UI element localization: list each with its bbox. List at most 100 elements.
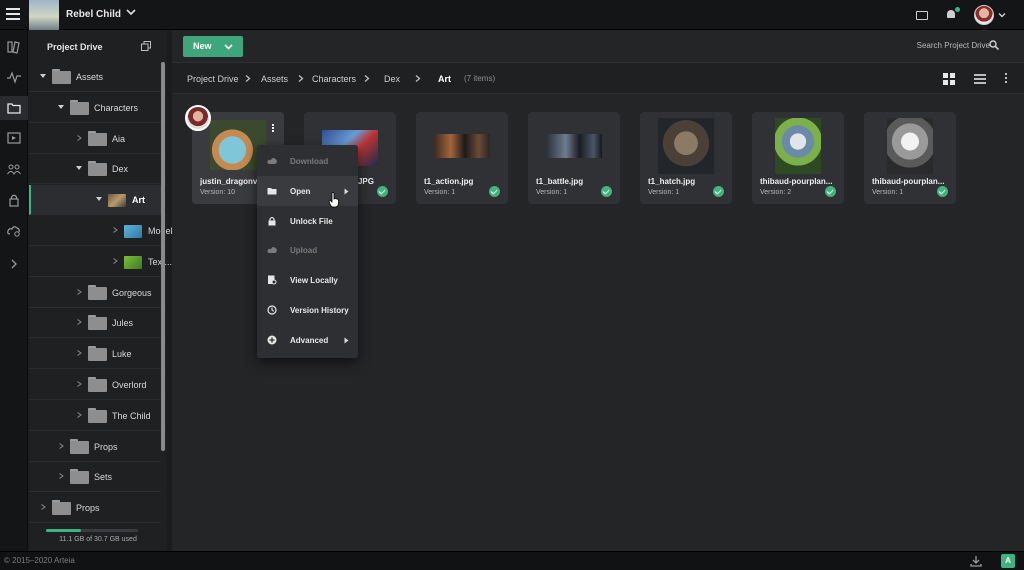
library-icon[interactable] — [7, 40, 21, 54]
chevron-right-icon — [298, 75, 304, 82]
folder-icon — [88, 161, 107, 176]
synced-check-icon — [601, 186, 612, 197]
file-card[interactable]: t1_hatch.jpgVersion: 1 — [640, 112, 732, 204]
tree-item[interactable]: Model — [29, 216, 161, 246]
caret-right-icon[interactable] — [76, 289, 82, 295]
storage-text: 11.1 GB of 30.7 GB used — [29, 536, 167, 543]
caret-right-icon[interactable] — [76, 319, 82, 325]
caret-down-icon[interactable] — [76, 165, 82, 171]
folder-icon — [88, 285, 107, 300]
search-icon[interactable] — [989, 40, 999, 50]
synced-check-icon — [489, 186, 500, 197]
lock-icon[interactable] — [7, 193, 21, 207]
tree-item-label: Dex — [112, 164, 128, 174]
download-icon[interactable] — [970, 555, 982, 567]
search-input[interactable]: Search Project Drive — [917, 41, 990, 50]
folder-open-icon — [267, 186, 277, 196]
app-badge[interactable]: A — [1001, 554, 1015, 568]
file-version: Version: 1 — [648, 189, 679, 196]
team-icon[interactable] — [7, 162, 21, 176]
menu-item-upload[interactable]: Upload — [257, 235, 358, 265]
caret-down-icon[interactable] — [58, 104, 64, 110]
caret-right-icon[interactable] — [76, 381, 82, 387]
caret-right-icon[interactable] — [40, 504, 46, 510]
synced-check-icon — [825, 186, 836, 197]
breadcrumb-item[interactable]: Dex — [384, 74, 400, 84]
menu-item-download[interactable]: Download — [257, 146, 358, 176]
tree-scrollbar[interactable] — [161, 62, 165, 451]
tree-item[interactable]: Gorgeous — [29, 278, 161, 308]
notification-bell-icon[interactable] — [946, 10, 956, 20]
breadcrumb-item[interactable]: Characters — [312, 74, 356, 84]
tree-item[interactable]: Jules — [29, 308, 161, 338]
expand-icon[interactable] — [7, 257, 21, 271]
tree-item[interactable]: Assets — [29, 62, 161, 92]
model-thumb-icon — [124, 225, 142, 238]
caret-right-icon[interactable] — [112, 227, 118, 233]
history-icon — [267, 305, 277, 315]
folder-icon[interactable] — [7, 101, 21, 115]
menu-item-unlock-file[interactable]: Unlock File — [257, 206, 358, 236]
top-bar: Rebel Child — [0, 0, 1024, 30]
file-card[interactable]: t1_action.jpgVersion: 1 — [416, 112, 508, 204]
hand-cursor-icon — [328, 192, 340, 208]
menu-icon[interactable] — [6, 8, 20, 20]
file-version: Version: 2 — [760, 189, 791, 196]
tree-item[interactable]: The Child — [29, 401, 161, 431]
copy-icon[interactable] — [141, 41, 151, 51]
file-options-icon[interactable] — [272, 124, 275, 134]
lock-owner-avatar — [185, 105, 211, 131]
tree-item[interactable]: Aia — [29, 124, 161, 154]
activity-icon[interactable] — [7, 70, 21, 84]
project-thumbnail[interactable] — [29, 0, 59, 30]
storage-fill — [46, 529, 81, 532]
project-name[interactable]: Rebel Child — [66, 9, 121, 20]
caret-right-icon[interactable] — [76, 135, 82, 141]
tree-header: Project Drive — [29, 30, 167, 62]
tree-item[interactable]: Dex — [29, 154, 161, 184]
caret-right-icon[interactable] — [76, 412, 82, 418]
project-drive-tree: Project Drive AssetsCharactersAia Dex ArtM… — [29, 30, 167, 551]
tree-item[interactable]: Characters — [29, 93, 161, 123]
tree-item[interactable]: Text... — [29, 247, 161, 277]
tree-item-label: Gorgeous — [112, 288, 152, 298]
chevron-right-icon — [364, 75, 370, 82]
chevron-down-icon[interactable] — [998, 11, 1006, 19]
menu-item-version-history[interactable]: Version History — [257, 295, 358, 325]
caret-right-icon[interactable] — [58, 473, 64, 479]
caret-down-icon[interactable] — [40, 73, 46, 79]
list-view-icon[interactable] — [974, 74, 986, 84]
caret-right-icon[interactable] — [76, 350, 82, 356]
synced-check-icon — [713, 186, 724, 197]
breadcrumb-item[interactable]: Assets — [261, 74, 288, 84]
tree-item[interactable]: Props — [29, 432, 161, 462]
menu-item-advanced[interactable]: Advanced — [257, 325, 358, 355]
tree-item[interactable]: Props — [29, 493, 161, 523]
tree-item[interactable]: Overlord — [29, 370, 161, 400]
caret-right-icon[interactable] — [58, 443, 64, 449]
breadcrumb: Project Drive Assets Characters Dex Art … — [172, 62, 1024, 94]
more-options-icon[interactable] — [1005, 73, 1008, 85]
media-icon[interactable] — [7, 131, 21, 145]
tree-item[interactable]: Luke — [29, 339, 161, 369]
tree-item-label: Overlord — [112, 380, 147, 390]
caret-right-icon[interactable] — [112, 258, 118, 264]
chevron-down-icon[interactable] — [126, 7, 136, 17]
grid-view-icon[interactable] — [943, 73, 955, 85]
menu-item-open[interactable]: Open — [257, 176, 358, 206]
new-button[interactable]: New — [183, 36, 243, 57]
caret-down-icon[interactable] — [96, 196, 102, 202]
texture-thumb-icon — [124, 256, 142, 269]
tree-item[interactable]: Sets — [29, 462, 161, 492]
user-avatar[interactable] — [974, 5, 994, 25]
folder-icon — [52, 500, 71, 515]
breadcrumb-item[interactable]: Project Drive — [187, 74, 239, 84]
file-card[interactable]: thibaud-pourplan...Version: 2 — [752, 112, 844, 204]
file-card[interactable]: t1_battle.jpgVersion: 1 — [528, 112, 620, 204]
mail-icon[interactable] — [916, 11, 928, 20]
synced-check-icon — [937, 186, 948, 197]
file-card[interactable]: thibaud-pourplan...Version: 1 — [864, 112, 956, 204]
tree-item[interactable]: Art — [29, 185, 161, 215]
settings-cloud-icon[interactable] — [7, 224, 21, 238]
menu-item-view-locally[interactable]: View Locally — [257, 265, 358, 295]
